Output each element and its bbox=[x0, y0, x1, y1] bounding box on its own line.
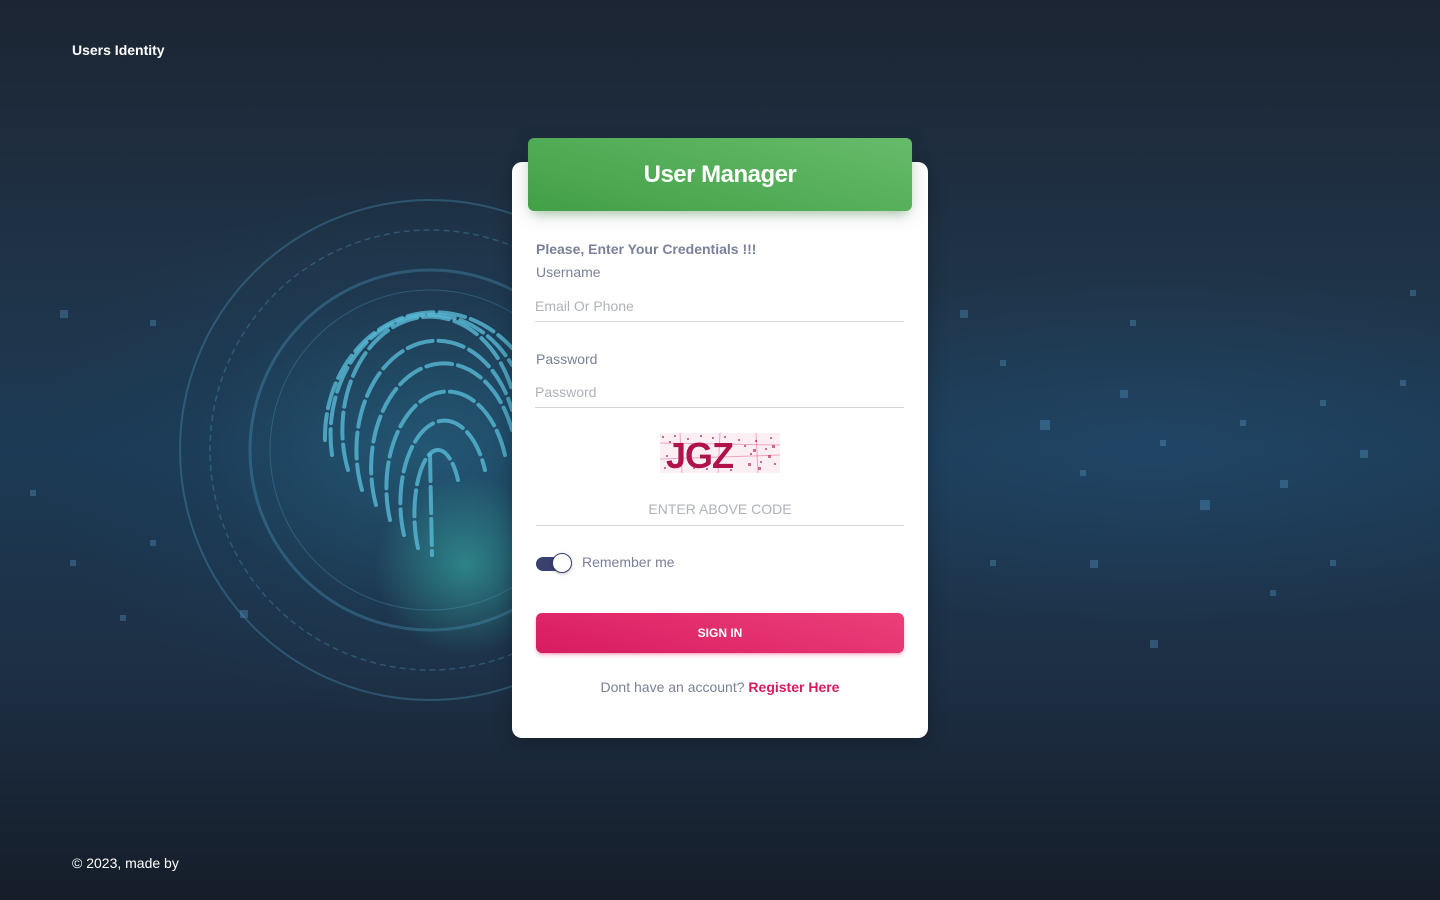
footer-copyright: © 2023, made by bbox=[72, 855, 179, 871]
register-prompt: Dont have an account? bbox=[600, 679, 745, 695]
captcha-code-input[interactable] bbox=[536, 493, 904, 526]
brand-title[interactable]: Users Identity bbox=[72, 42, 165, 58]
register-link[interactable]: Register Here bbox=[748, 679, 839, 695]
captcha-code: JGZ bbox=[666, 435, 733, 473]
card-title: User Manager bbox=[643, 160, 797, 188]
credentials-subtitle: Please, Enter Your Credentials !!! bbox=[536, 241, 757, 257]
captcha-image: JGZ bbox=[660, 433, 780, 473]
username-input[interactable] bbox=[535, 291, 904, 322]
toggle-knob bbox=[552, 553, 572, 573]
password-label: Password bbox=[536, 351, 598, 367]
register-prompt-line: Dont have an account? Register Here bbox=[512, 679, 928, 695]
remember-me-label[interactable]: Remember me bbox=[582, 554, 675, 570]
username-label: Username bbox=[536, 264, 601, 280]
fingerprint-icon bbox=[322, 310, 514, 557]
card-header: User Manager bbox=[528, 138, 912, 211]
login-card: User Manager Please, Enter Your Credenti… bbox=[512, 138, 928, 738]
sign-in-button[interactable]: SIGN IN bbox=[536, 613, 904, 653]
remember-me-toggle[interactable] bbox=[536, 553, 572, 573]
password-input[interactable] bbox=[535, 377, 904, 408]
